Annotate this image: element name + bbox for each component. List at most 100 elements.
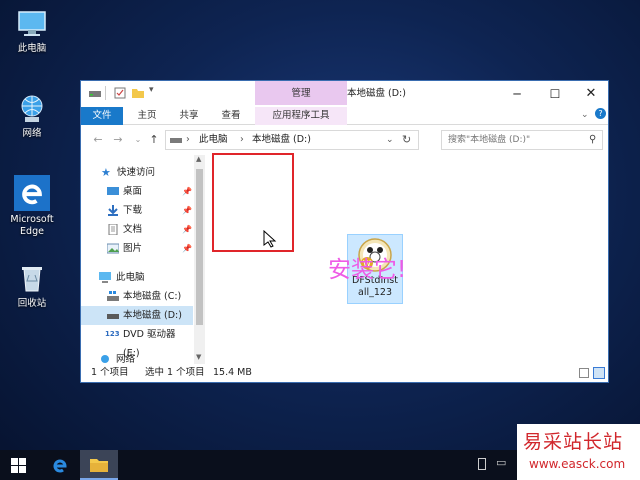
nav-label: 本地磁盘 (C:) <box>123 291 182 302</box>
drive-icon <box>89 91 101 97</box>
drive-icon <box>170 138 182 143</box>
breadcrumb-separator: › <box>240 134 244 145</box>
properties-icon[interactable] <box>113 87 127 99</box>
pin-icon[interactable]: 📌 <box>182 182 192 201</box>
scroll-thumb[interactable] <box>196 169 203 325</box>
edge-icon <box>14 175 50 211</box>
desktop-icon-label: 回收站 <box>17 298 47 309</box>
nav-documents[interactable]: 文档 📌 <box>81 220 193 239</box>
window-title: 本地磁盘 (D:) <box>347 88 406 99</box>
pin-icon[interactable]: 📌 <box>182 220 192 239</box>
tab-share[interactable]: 共享 <box>173 107 205 125</box>
ribbon-tabs: 文件 主页 共享 查看 应用程序工具 ⌄ ? <box>81 107 608 125</box>
desktop-icon-recycle-bin[interactable]: 回收站 <box>6 263 58 310</box>
scroll-up-icon[interactable]: ▲ <box>196 155 201 163</box>
status-bar: 1 个项目 选中 1 个项目 15.4 MB <box>81 364 608 382</box>
watermark-url: www.easck.com <box>529 457 626 471</box>
search-input[interactable]: 搜索"本地磁盘 (D:)" <box>441 130 603 150</box>
watermark: 易采站长站 www.easck.com <box>517 424 640 480</box>
nav-label: 快速访问 <box>117 167 156 178</box>
annotation-text: 安装它! <box>328 257 407 283</box>
star-icon: ★ <box>101 166 111 179</box>
close-button[interactable]: ✕ <box>572 81 610 107</box>
maximize-button[interactable]: ☐ <box>536 81 574 107</box>
recycle-bin-icon <box>22 267 42 292</box>
address-bar[interactable]: › 此电脑 › 本地磁盘 (D:) ⌄ ↻ <box>165 130 419 150</box>
nav-label: 桌面 <box>123 186 143 197</box>
nav-network[interactable]: 网络 <box>81 350 193 364</box>
tab-home[interactable]: 主页 <box>131 107 163 125</box>
folder-icon <box>90 459 108 472</box>
nav-label: 下载 <box>123 205 143 216</box>
desktop-icon-label: 网络 <box>22 128 42 139</box>
nav-desktop[interactable]: 桌面 📌 <box>81 182 193 201</box>
up-arrow-icon[interactable]: ↑ <box>147 133 161 147</box>
nav-downloads[interactable]: 下载 📌 <box>81 201 193 220</box>
navigation-bar: ← → ⌄ ↑ › 此电脑 › 本地磁盘 (D:) ⌄ ↻ 搜索"本地磁盘 (D… <box>81 125 608 155</box>
nav-label: 文档 <box>123 224 143 235</box>
computer-icon <box>99 272 111 283</box>
nav-label: 图片 <box>123 243 143 254</box>
desktop-folder-icon <box>107 187 119 195</box>
nav-drive-d[interactable]: 本地磁盘 (D:) <box>81 306 193 325</box>
tab-file[interactable]: 文件 <box>81 107 123 125</box>
mouse-cursor-icon <box>263 230 277 248</box>
nav-quick-access[interactable]: ★ 快速访问 <box>81 163 193 182</box>
network-icon <box>21 95 43 122</box>
network-icon <box>101 355 109 363</box>
document-icon <box>108 224 118 235</box>
search-icon: ⚲ <box>589 134 597 145</box>
desktop-icon-this-pc[interactable]: 此电脑 <box>6 8 58 55</box>
nav-drive-c[interactable]: 本地磁盘 (C:) <box>81 287 193 306</box>
dvd-icon: 123 <box>105 330 120 338</box>
nav-scrollbar[interactable]: ▲ ▼ <box>194 155 205 364</box>
back-arrow-icon[interactable]: ← <box>91 133 105 147</box>
nav-label: 本地磁盘 (D:) <box>123 310 182 321</box>
tab-application-tools[interactable]: 应用程序工具 <box>255 107 347 125</box>
nav-label: 网络 <box>116 354 136 364</box>
download-icon <box>108 205 118 216</box>
file-name-line-2: all_123 <box>358 287 392 298</box>
nav-dvd-e[interactable]: 123 DVD 驱动器 (E:) <box>81 325 193 359</box>
pictures-icon <box>107 243 119 254</box>
desktop-icon-label: Microsoft Edge <box>10 214 54 237</box>
refresh-icon[interactable]: ↻ <box>402 131 411 149</box>
desktop-icon-network[interactable]: 网络 <box>6 93 58 140</box>
nav-this-pc[interactable]: 此电脑 <box>81 268 193 287</box>
usb-device-icon[interactable] <box>478 458 486 470</box>
taskbar-explorer-button[interactable] <box>80 450 118 480</box>
desktop-icon-label: 此电脑 <box>17 43 47 54</box>
start-button[interactable] <box>0 450 38 480</box>
qat-dropdown-icon[interactable]: ▾ <box>149 85 154 95</box>
navigation-pane: ★ 快速访问 桌面 📌 下载 📌 文档 📌 图片 📌 此电脑 本地磁盘 (C:)… <box>81 155 205 364</box>
scroll-down-icon[interactable]: ▼ <box>196 353 201 361</box>
breadcrumb-this-pc[interactable]: 此电脑 <box>199 131 228 149</box>
watermark-title: 易采站长站 <box>523 431 624 453</box>
taskbar-edge-button[interactable] <box>41 450 79 480</box>
tab-view[interactable]: 查看 <box>215 107 247 125</box>
drive-icon <box>107 314 119 319</box>
explorer-window[interactable]: ▾ 管理 本地磁盘 (D:) ─ ☐ ✕ 文件 主页 共享 查看 应用程序工具 … <box>80 80 609 383</box>
help-icon[interactable]: ? <box>595 108 606 119</box>
computer-icon <box>18 11 46 36</box>
ribbon-expand-icon[interactable]: ⌄ <box>581 110 589 120</box>
pin-icon[interactable]: 📌 <box>182 239 192 258</box>
network-status-icon[interactable]: ▭ <box>496 456 506 469</box>
desktop-icon-edge[interactable]: Microsoft Edge <box>6 175 58 238</box>
minimize-button[interactable]: ─ <box>498 81 536 107</box>
address-dropdown-icon[interactable]: ⌄ <box>386 131 394 149</box>
new-folder-icon[interactable] <box>131 87 145 99</box>
title-bar[interactable]: ▾ 管理 本地磁盘 (D:) ─ ☐ ✕ <box>81 81 608 107</box>
selected-count: 选中 1 个项目 <box>145 367 205 378</box>
forward-arrow-icon[interactable]: → <box>111 133 125 147</box>
recent-locations-icon[interactable]: ⌄ <box>131 133 145 147</box>
large-icons-view-icon[interactable] <box>593 367 605 379</box>
item-count: 1 个项目 <box>91 367 129 378</box>
nav-label: 此电脑 <box>116 272 145 283</box>
details-view-icon[interactable] <box>579 368 589 378</box>
nav-pictures[interactable]: 图片 📌 <box>81 239 193 258</box>
breadcrumb-drive-d[interactable]: 本地磁盘 (D:) <box>252 131 311 149</box>
highlight-box <box>212 153 294 252</box>
pin-icon[interactable]: 📌 <box>182 201 192 220</box>
windows-drive-icon <box>107 291 119 301</box>
